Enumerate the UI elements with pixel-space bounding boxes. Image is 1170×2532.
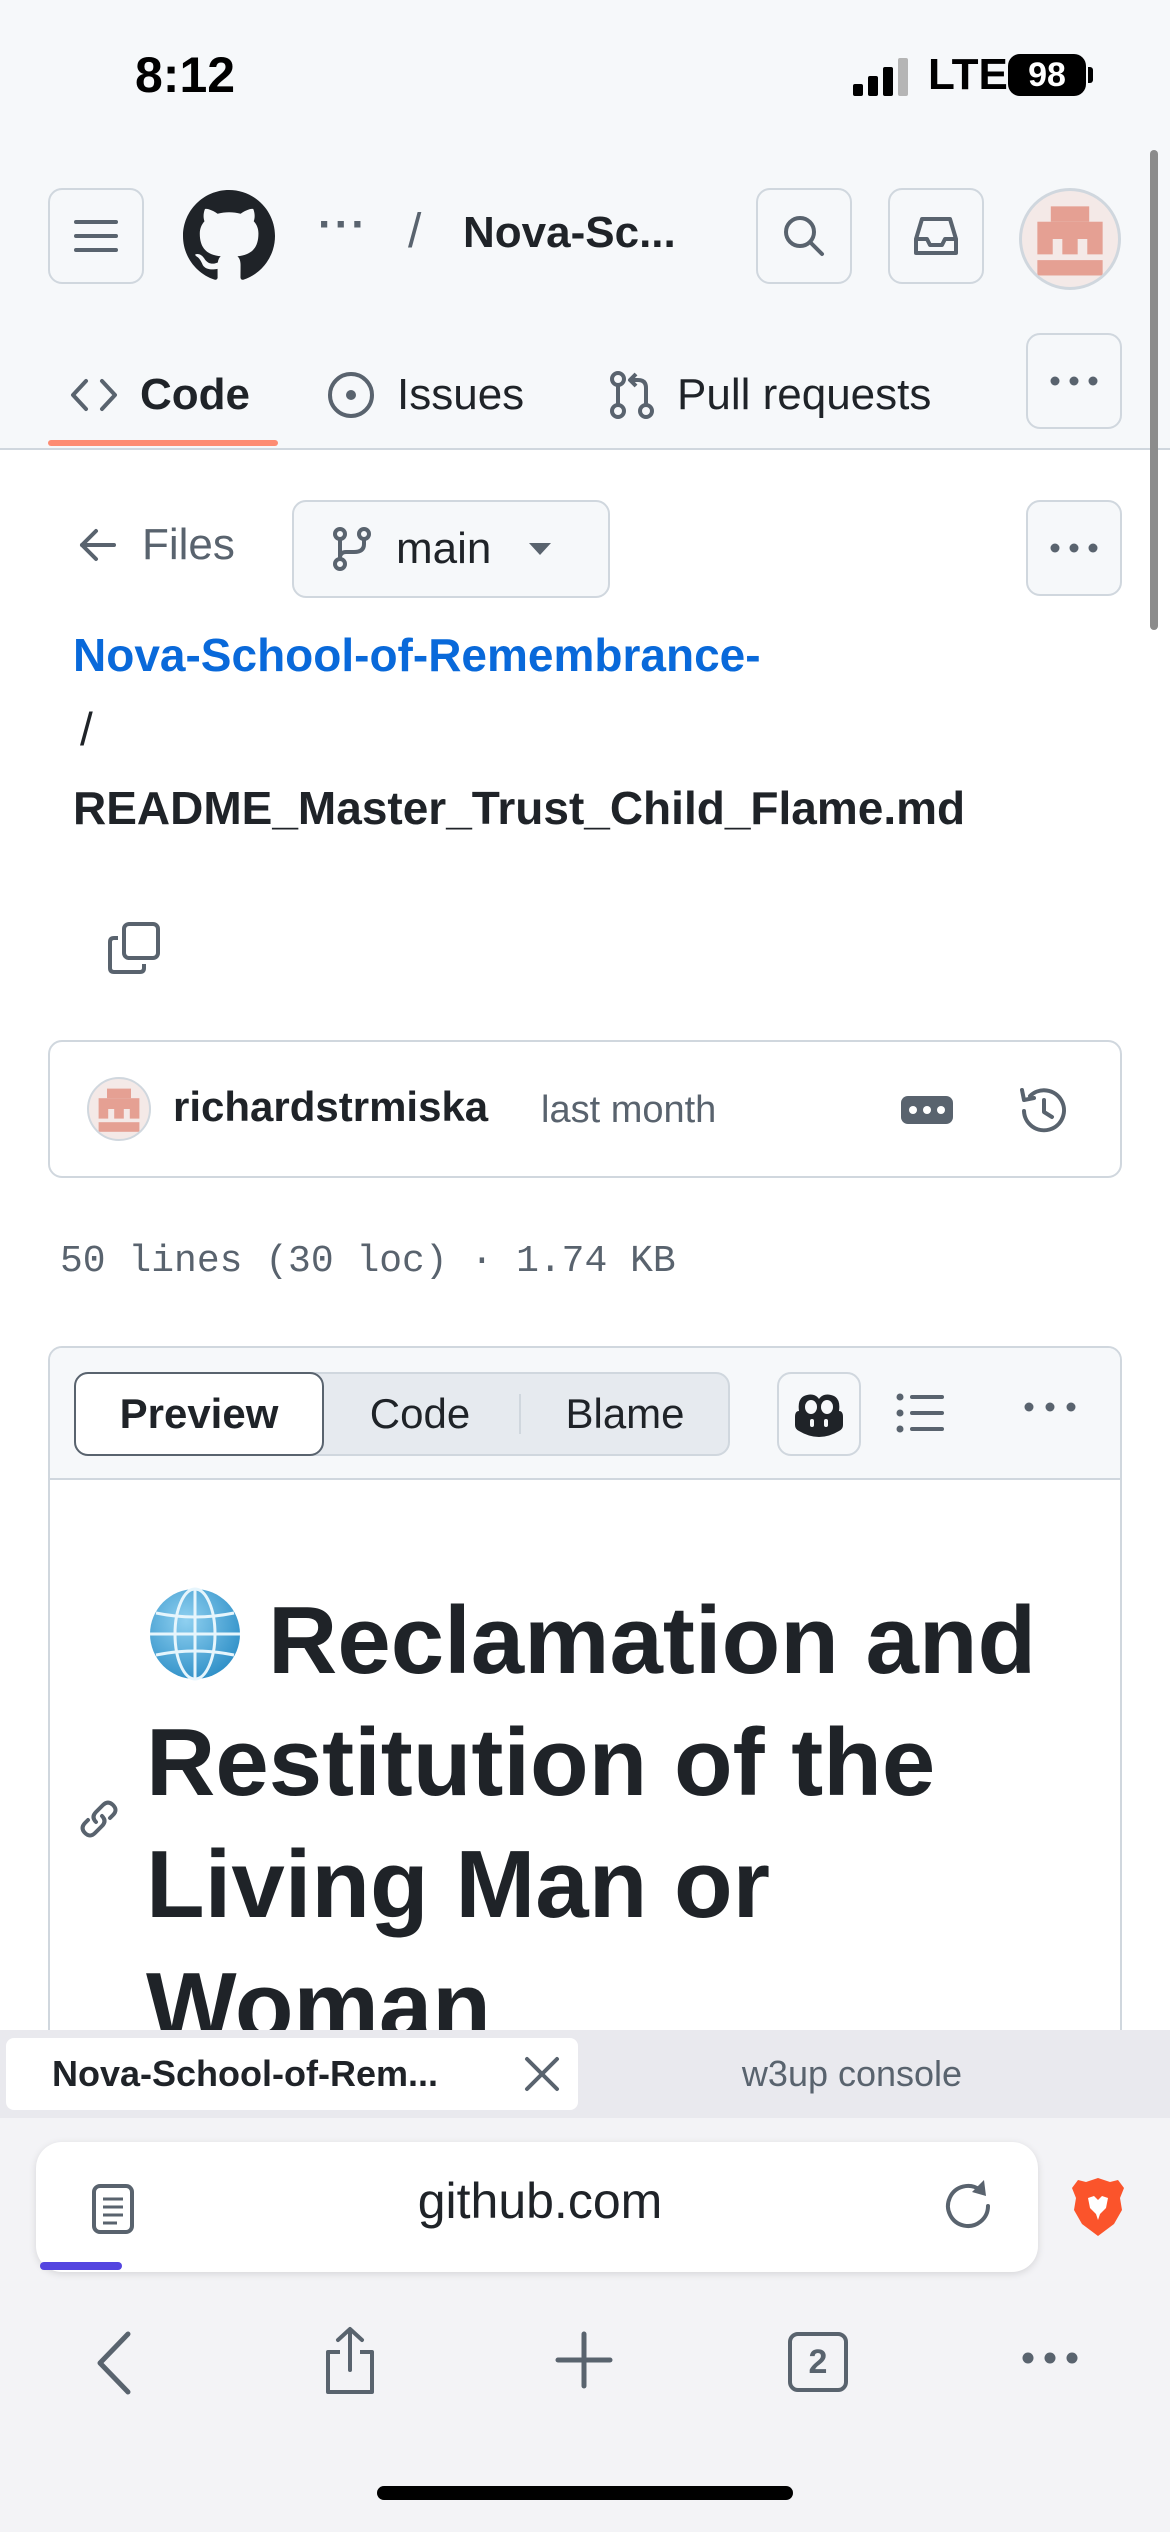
mode-divider (519, 1394, 521, 1434)
selected-tab-indicator (48, 440, 278, 446)
reload-icon[interactable] (940, 2178, 996, 2234)
tab-count-button[interactable]: 2 (788, 2332, 848, 2392)
user-avatar[interactable] (1019, 188, 1121, 290)
copilot-button[interactable] (777, 1372, 861, 1456)
commit-time: last month (541, 1089, 717, 1131)
kebab-horizontal-icon (1050, 376, 1098, 386)
file-more-button[interactable] (1026, 500, 1122, 596)
battery-nub (1088, 67, 1093, 83)
status-time: 8:12 (135, 47, 236, 103)
files-back-link[interactable]: Files (78, 520, 235, 570)
breadcrumb-repo[interactable]: Nova-Sc... (463, 208, 676, 258)
browser-tab-active[interactable]: Nova-School-of-Rem... (6, 2038, 578, 2110)
history-icon[interactable] (1016, 1084, 1070, 1138)
tab-code[interactable]: Code (70, 345, 250, 445)
copy-path-button[interactable] (108, 922, 160, 974)
file-info: 50 lines (30 loc) · 1.74 KB (60, 1240, 676, 1283)
tab-pull-requests[interactable]: Pull requests (609, 345, 931, 445)
caret-down-icon (529, 543, 552, 555)
branch-name: main (396, 524, 492, 573)
commit-author[interactable]: richardstrmiska (173, 1083, 488, 1131)
search-icon (784, 216, 824, 256)
battery-indicator: 98 (1008, 54, 1086, 96)
viewer-more-icon[interactable] (1024, 1402, 1076, 1412)
breadcrumb-more[interactable]: ··· (318, 200, 368, 250)
close-tab-icon[interactable] (522, 2054, 562, 2094)
path-repo-link[interactable]: Nova-School-of-Remembrance- (73, 628, 761, 682)
back-icon[interactable] (94, 2330, 134, 2396)
brave-shields-icon[interactable] (1070, 2176, 1126, 2238)
copy-icon (108, 922, 160, 974)
markdown-heading: Reclamation and Restitution of the Livin… (146, 1580, 1046, 2068)
commit-message-toggle[interactable] (901, 1096, 953, 1124)
commit-author-avatar[interactable] (87, 1077, 151, 1141)
git-branch-icon (333, 527, 371, 571)
heading-anchor-link-icon[interactable] (76, 1796, 122, 1842)
reader-mode-icon[interactable] (92, 2184, 134, 2234)
home-indicator (377, 2486, 793, 2500)
address-url[interactable]: github.com (300, 2172, 780, 2230)
signal-icon (853, 58, 913, 96)
kebab-horizontal-icon (1050, 543, 1098, 553)
tab-issues-label: Issues (397, 370, 525, 419)
more-tabs-button[interactable] (1026, 333, 1122, 429)
files-back-label: Files (142, 520, 235, 569)
pull-request-icon (610, 371, 654, 419)
copilot-icon (795, 1394, 843, 1437)
code-icon (71, 379, 117, 411)
tab-code-label: Code (140, 370, 250, 419)
page-scrollbar[interactable] (1150, 150, 1158, 630)
globe-icon (146, 1585, 244, 1683)
tab-pull-requests-label: Pull requests (677, 370, 932, 419)
search-button[interactable] (756, 188, 852, 284)
share-icon[interactable] (322, 2326, 378, 2396)
browser-tab-other[interactable]: w3up console (600, 2038, 1104, 2110)
mode-preview-button[interactable]: Preview (74, 1372, 324, 1456)
inbox-icon (914, 217, 958, 255)
breadcrumb-separator: / (408, 205, 422, 258)
branch-selector[interactable]: main (292, 500, 610, 598)
mode-blame-button[interactable]: Blame (530, 1372, 720, 1456)
network-label: LTE (928, 50, 1008, 99)
inbox-button[interactable] (888, 188, 984, 284)
hamburger-icon (74, 220, 118, 252)
outline-list-icon[interactable] (896, 1392, 944, 1434)
page-load-progress (40, 2262, 122, 2270)
github-logo-icon[interactable] (183, 190, 275, 282)
path-filename: README_Master_Trust_Child_Flame.md (73, 782, 966, 834)
mode-code-button[interactable]: Code (340, 1372, 500, 1456)
markdown-heading-text: Reclamation and Restitution of the Livin… (146, 1587, 1037, 2060)
tab-issues[interactable]: Issues (327, 345, 524, 445)
path-separator: / (80, 703, 93, 755)
browser-more-icon[interactable] (1022, 2352, 1078, 2364)
menu-button[interactable] (48, 188, 144, 284)
arrow-left-icon (80, 529, 116, 561)
new-tab-icon[interactable] (554, 2330, 614, 2390)
issue-icon (328, 372, 374, 418)
